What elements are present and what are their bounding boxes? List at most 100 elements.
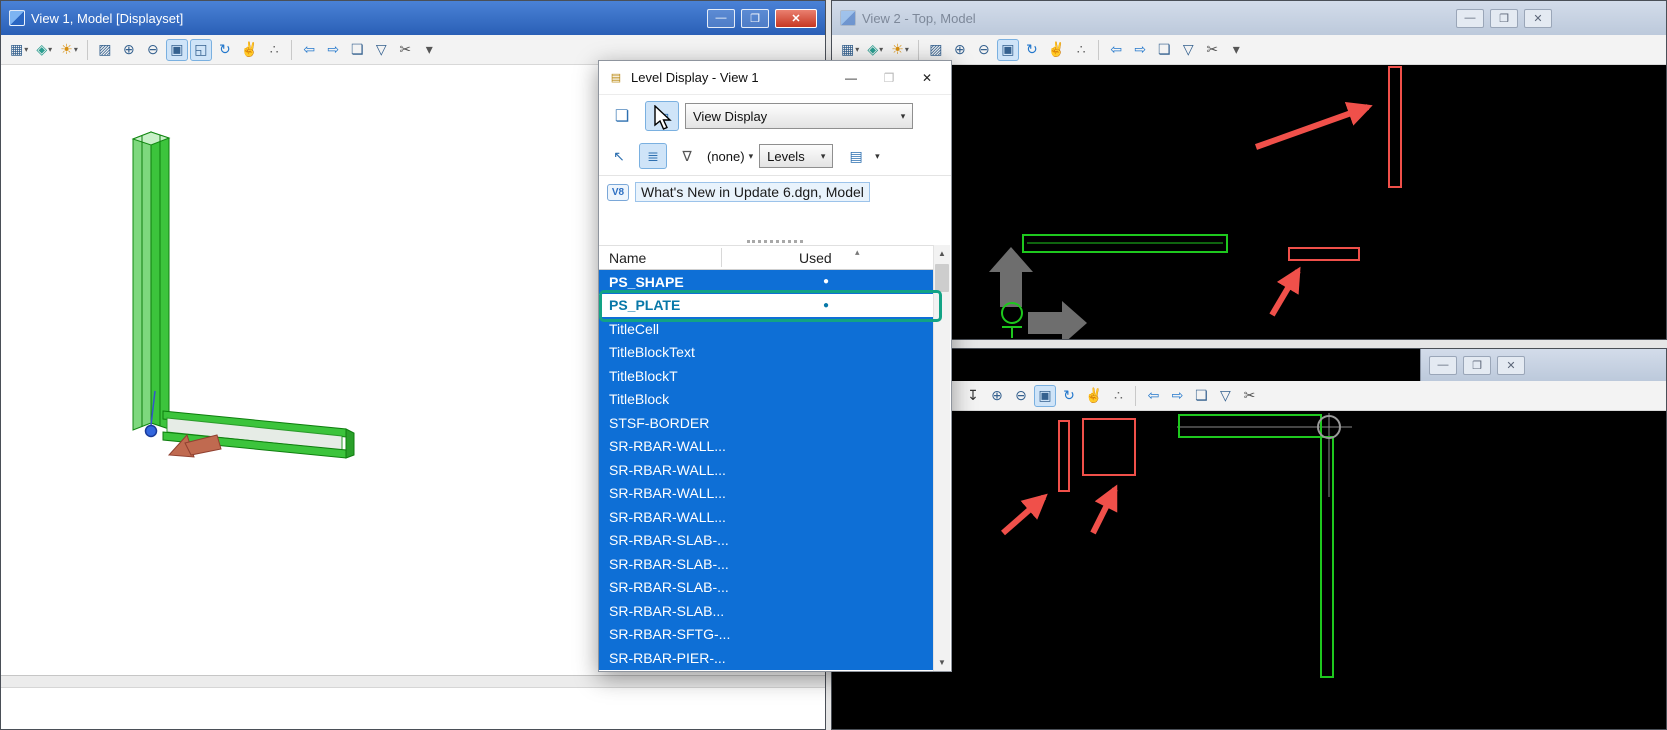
apply-to-window-button[interactable]: ▭ (645, 101, 679, 131)
view-next-icon[interactable]: ⇨ (1166, 385, 1188, 407)
clip-tools-dropdown-icon[interactable]: ▾ (1225, 39, 1247, 61)
level-row[interactable]: SR-RBAR-SLAB... (599, 599, 934, 623)
copy-view-icon[interactable]: ❏ (1153, 39, 1175, 61)
maximize-button[interactable]: ❐ (873, 67, 905, 89)
change-level-button[interactable]: ↖ (605, 143, 633, 169)
window-area-icon[interactable]: ▣ (1034, 384, 1056, 407)
column-divider[interactable] (721, 248, 722, 267)
level-row[interactable]: PS_PLATE ● (599, 293, 934, 317)
view-previous-icon[interactable]: ⇦ (1142, 385, 1164, 407)
walk-icon[interactable]: ∴ (1107, 385, 1129, 407)
level-row[interactable]: SR-RBAR-SLAB-... (599, 575, 934, 599)
clip-mask-icon[interactable]: ✂ (1238, 385, 1260, 407)
symbology-dropdown[interactable]: ▤ ▾ (841, 143, 879, 169)
display-style-icon[interactable]: ◈ ▾ (33, 39, 55, 61)
view-attributes-icon[interactable]: ▦ ▾ (838, 39, 862, 61)
walk-icon[interactable]: ∴ (263, 39, 285, 61)
copy-view-icon[interactable]: ❏ (346, 39, 368, 61)
display-style-icon[interactable]: ◈ ▾ (864, 39, 886, 61)
view-previous-icon[interactable]: ⇦ (298, 39, 320, 61)
level-row[interactable]: SR-RBAR-SLAB-... (599, 528, 934, 552)
clip-volume-icon[interactable]: ▽ (1214, 385, 1236, 407)
view1-titlebar[interactable]: View 1, Model [Displayset] — ❐ ✕ (1, 1, 825, 35)
close-button[interactable]: ✕ (775, 8, 817, 28)
adjust-brightness-icon[interactable]: ☀ ▾ (888, 39, 912, 61)
pan-view-icon[interactable]: ✌ (1082, 385, 1105, 407)
minimize-button[interactable]: — (1429, 355, 1457, 375)
view-display-combobox[interactable]: View Display ▾ (685, 103, 913, 129)
clip-mask-icon[interactable]: ✂ (394, 39, 416, 61)
view3-titlebar[interactable]: — ❐ ✕ (832, 349, 1666, 381)
view1-horizontal-scrollbar[interactable] (1, 675, 825, 688)
level-row[interactable]: TitleBlockT (599, 364, 934, 388)
zoom-in-icon[interactable]: ⊕ (986, 385, 1008, 407)
minimize-button[interactable]: — (835, 67, 867, 89)
scroll-up-icon[interactable]: ▲ (934, 245, 950, 262)
splitter-handle[interactable] (599, 237, 951, 245)
clip-mask-icon[interactable]: ✂ (1201, 39, 1223, 61)
update-view-icon[interactable]: ↧ (962, 385, 984, 407)
vertical-scrollbar[interactable]: ▲ ▼ (933, 245, 950, 671)
view-next-icon[interactable]: ⇨ (322, 39, 344, 61)
update-view-icon[interactable]: ▨ (925, 39, 947, 61)
zoom-in-icon[interactable]: ⊕ (118, 39, 140, 61)
level-row[interactable]: SR-RBAR-SLAB-... (599, 552, 934, 576)
update-view-icon[interactable]: ▨ (94, 39, 116, 61)
tree-item-model[interactable]: V8 What's New in Update 6.dgn, Model (607, 182, 943, 202)
view2-titlebar[interactable]: View 2 - Top, Model — ❐ ✕ (832, 1, 1666, 35)
zoom-out-icon[interactable]: ⊖ (1010, 385, 1032, 407)
pan-view-icon[interactable]: ✌ (238, 39, 261, 61)
clip-volume-icon[interactable]: ▽ (1177, 39, 1199, 61)
view-next-icon[interactable]: ⇨ (1129, 39, 1151, 61)
level-row[interactable]: PS_SHAPE ● (599, 270, 934, 294)
filter-dropdown[interactable]: (none) ▾ (707, 149, 753, 164)
pan-view-icon[interactable]: ✌ (1045, 39, 1068, 61)
scrollbar-thumb[interactable] (935, 264, 949, 292)
level-row[interactable]: SR-RBAR-SFTG-... (599, 622, 934, 646)
view-attributes-icon[interactable]: ▦ ▾ (7, 39, 31, 61)
level-row[interactable]: STSF-BORDER (599, 411, 934, 435)
column-header-name[interactable]: Name (609, 250, 646, 266)
tree-display-toggle-button[interactable]: ≣ (639, 143, 667, 169)
level-row[interactable]: SR-RBAR-PIER-... (599, 646, 934, 670)
clip-volume-icon[interactable]: ▽ (370, 39, 392, 61)
rotate-view-icon[interactable]: ↻ (1021, 39, 1043, 61)
rotate-view-icon[interactable]: ↻ (214, 39, 236, 61)
level-row[interactable]: TitleCell (599, 317, 934, 341)
zoom-in-icon[interactable]: ⊕ (949, 39, 971, 61)
adjust-brightness-icon[interactable]: ☀ ▾ (57, 39, 81, 61)
view3-canvas[interactable] (832, 411, 1666, 729)
zoom-out-icon[interactable]: ⊖ (973, 39, 995, 61)
close-button[interactable]: ✕ (1497, 355, 1525, 375)
minimize-button[interactable]: — (1456, 8, 1484, 28)
copy-view-icon[interactable]: ❏ (1190, 385, 1212, 407)
dialog-titlebar[interactable]: ▤ Level Display - View 1 — ❐ ✕ (599, 61, 951, 95)
maximize-button[interactable]: ❐ (1463, 355, 1491, 375)
view-previous-icon: ⇦ (1110, 41, 1123, 57)
window-area-icon[interactable]: ▣ (165, 38, 188, 61)
view2-canvas[interactable] (832, 65, 1666, 339)
close-button[interactable]: ✕ (1524, 8, 1552, 28)
window-area-icon[interactable]: ▣ (996, 38, 1019, 61)
minimize-button[interactable]: — (707, 8, 735, 28)
level-row[interactable]: SR-RBAR-WALL... (599, 434, 934, 458)
filter-icon[interactable]: ∇ (673, 143, 701, 169)
scroll-down-icon[interactable]: ▼ (934, 654, 950, 671)
clip-tools-dropdown-icon[interactable]: ▾ (418, 39, 440, 61)
view-previous-icon[interactable]: ⇦ (1105, 39, 1127, 61)
level-row[interactable]: SR-RBAR-WALL... (599, 505, 934, 529)
level-row[interactable]: TitleBlockText (599, 340, 934, 364)
zoom-out-icon[interactable]: ⊖ (142, 39, 164, 61)
display-mode-combobox[interactable]: Levels ▾ (759, 144, 834, 168)
level-row[interactable]: SR-RBAR-WALL... (599, 481, 934, 505)
walk-icon[interactable]: ∴ (1070, 39, 1092, 61)
level-row[interactable]: TitleBlock (599, 387, 934, 411)
fit-view-icon[interactable]: ◱ (189, 38, 212, 61)
rotate-view-icon[interactable]: ↻ (1058, 385, 1080, 407)
level-row[interactable]: SR-RBAR-WALL... (599, 458, 934, 482)
maximize-button[interactable]: ❐ (1490, 8, 1518, 28)
close-button[interactable]: ✕ (911, 67, 943, 89)
maximize-button[interactable]: ❐ (741, 8, 769, 28)
column-header-used[interactable]: Used (799, 250, 832, 266)
apply-to-open-views-button[interactable]: ❏ (605, 101, 639, 131)
